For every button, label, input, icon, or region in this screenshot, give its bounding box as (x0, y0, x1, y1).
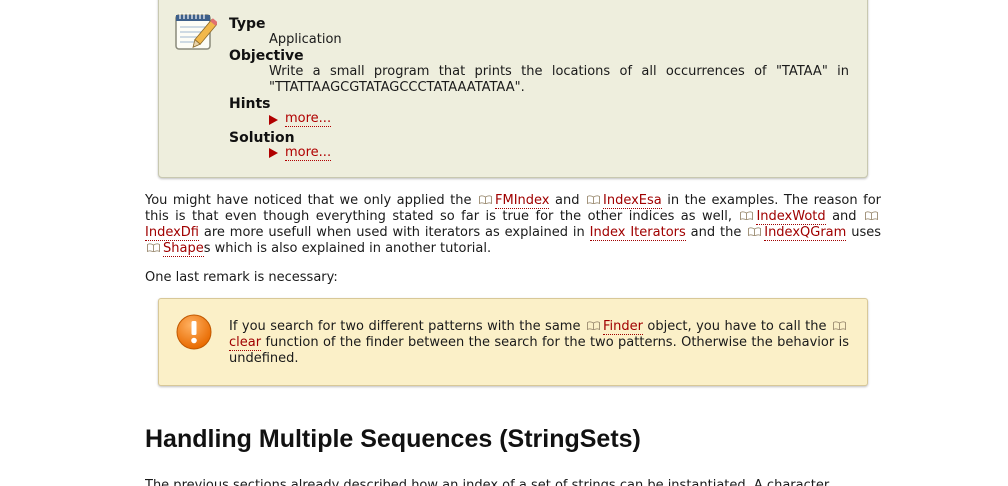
hints-label: Hints (229, 96, 271, 112)
indexdfi-link[interactable]: IndexDfi (145, 225, 199, 241)
type-value: Application (269, 32, 342, 47)
shape-link[interactable]: Shape (163, 241, 204, 257)
hints-more-link[interactable]: more... (285, 112, 332, 127)
book-icon (587, 195, 600, 204)
indexwotd-link[interactable]: IndexWotd (756, 209, 826, 225)
indexqgram-link[interactable]: IndexQGram (764, 225, 847, 241)
warning-text: If you search for two different patterns… (229, 319, 849, 366)
last-remark-paragraph: One last remark is necessary: (145, 270, 338, 285)
exclamation-icon (176, 314, 212, 350)
objective-label: Objective (229, 48, 304, 64)
finder-link[interactable]: Finder (602, 319, 643, 335)
solution-more-link[interactable]: more... (285, 145, 332, 161)
book-icon (748, 227, 762, 236)
fmindex-link[interactable]: FMIndex (495, 193, 550, 209)
section-heading: Handling Multiple Sequences (StringSets) (145, 425, 641, 453)
book-icon (147, 243, 160, 252)
notepad-pencil-icon (175, 13, 217, 50)
objective-text: Write a small program that prints the lo… (269, 64, 849, 95)
clear-link[interactable]: clear (229, 335, 262, 351)
book-icon (833, 321, 846, 330)
book-icon (865, 211, 878, 220)
book-icon (740, 211, 754, 220)
assignment-box: Type Application Objective Write a small… (158, 0, 868, 178)
book-icon (586, 321, 600, 330)
index-iterators-link[interactable]: Index Iterators (589, 225, 686, 241)
type-label: Type (229, 16, 266, 32)
stringsets-intro-paragraph: The previous sections already described … (145, 478, 830, 486)
triangle-right-icon (269, 148, 278, 158)
indexesa-link[interactable]: IndexEsa (603, 193, 662, 209)
book-icon (479, 195, 492, 204)
solution-more-toggle[interactable]: more... (269, 145, 332, 161)
hints-more-toggle[interactable]: more... (269, 112, 332, 127)
warning-box: If you search for two different patterns… (158, 298, 868, 386)
triangle-right-icon (269, 114, 278, 125)
index-remark-paragraph: You might have noticed that we only appl… (145, 193, 881, 257)
solution-label: Solution (229, 129, 295, 146)
